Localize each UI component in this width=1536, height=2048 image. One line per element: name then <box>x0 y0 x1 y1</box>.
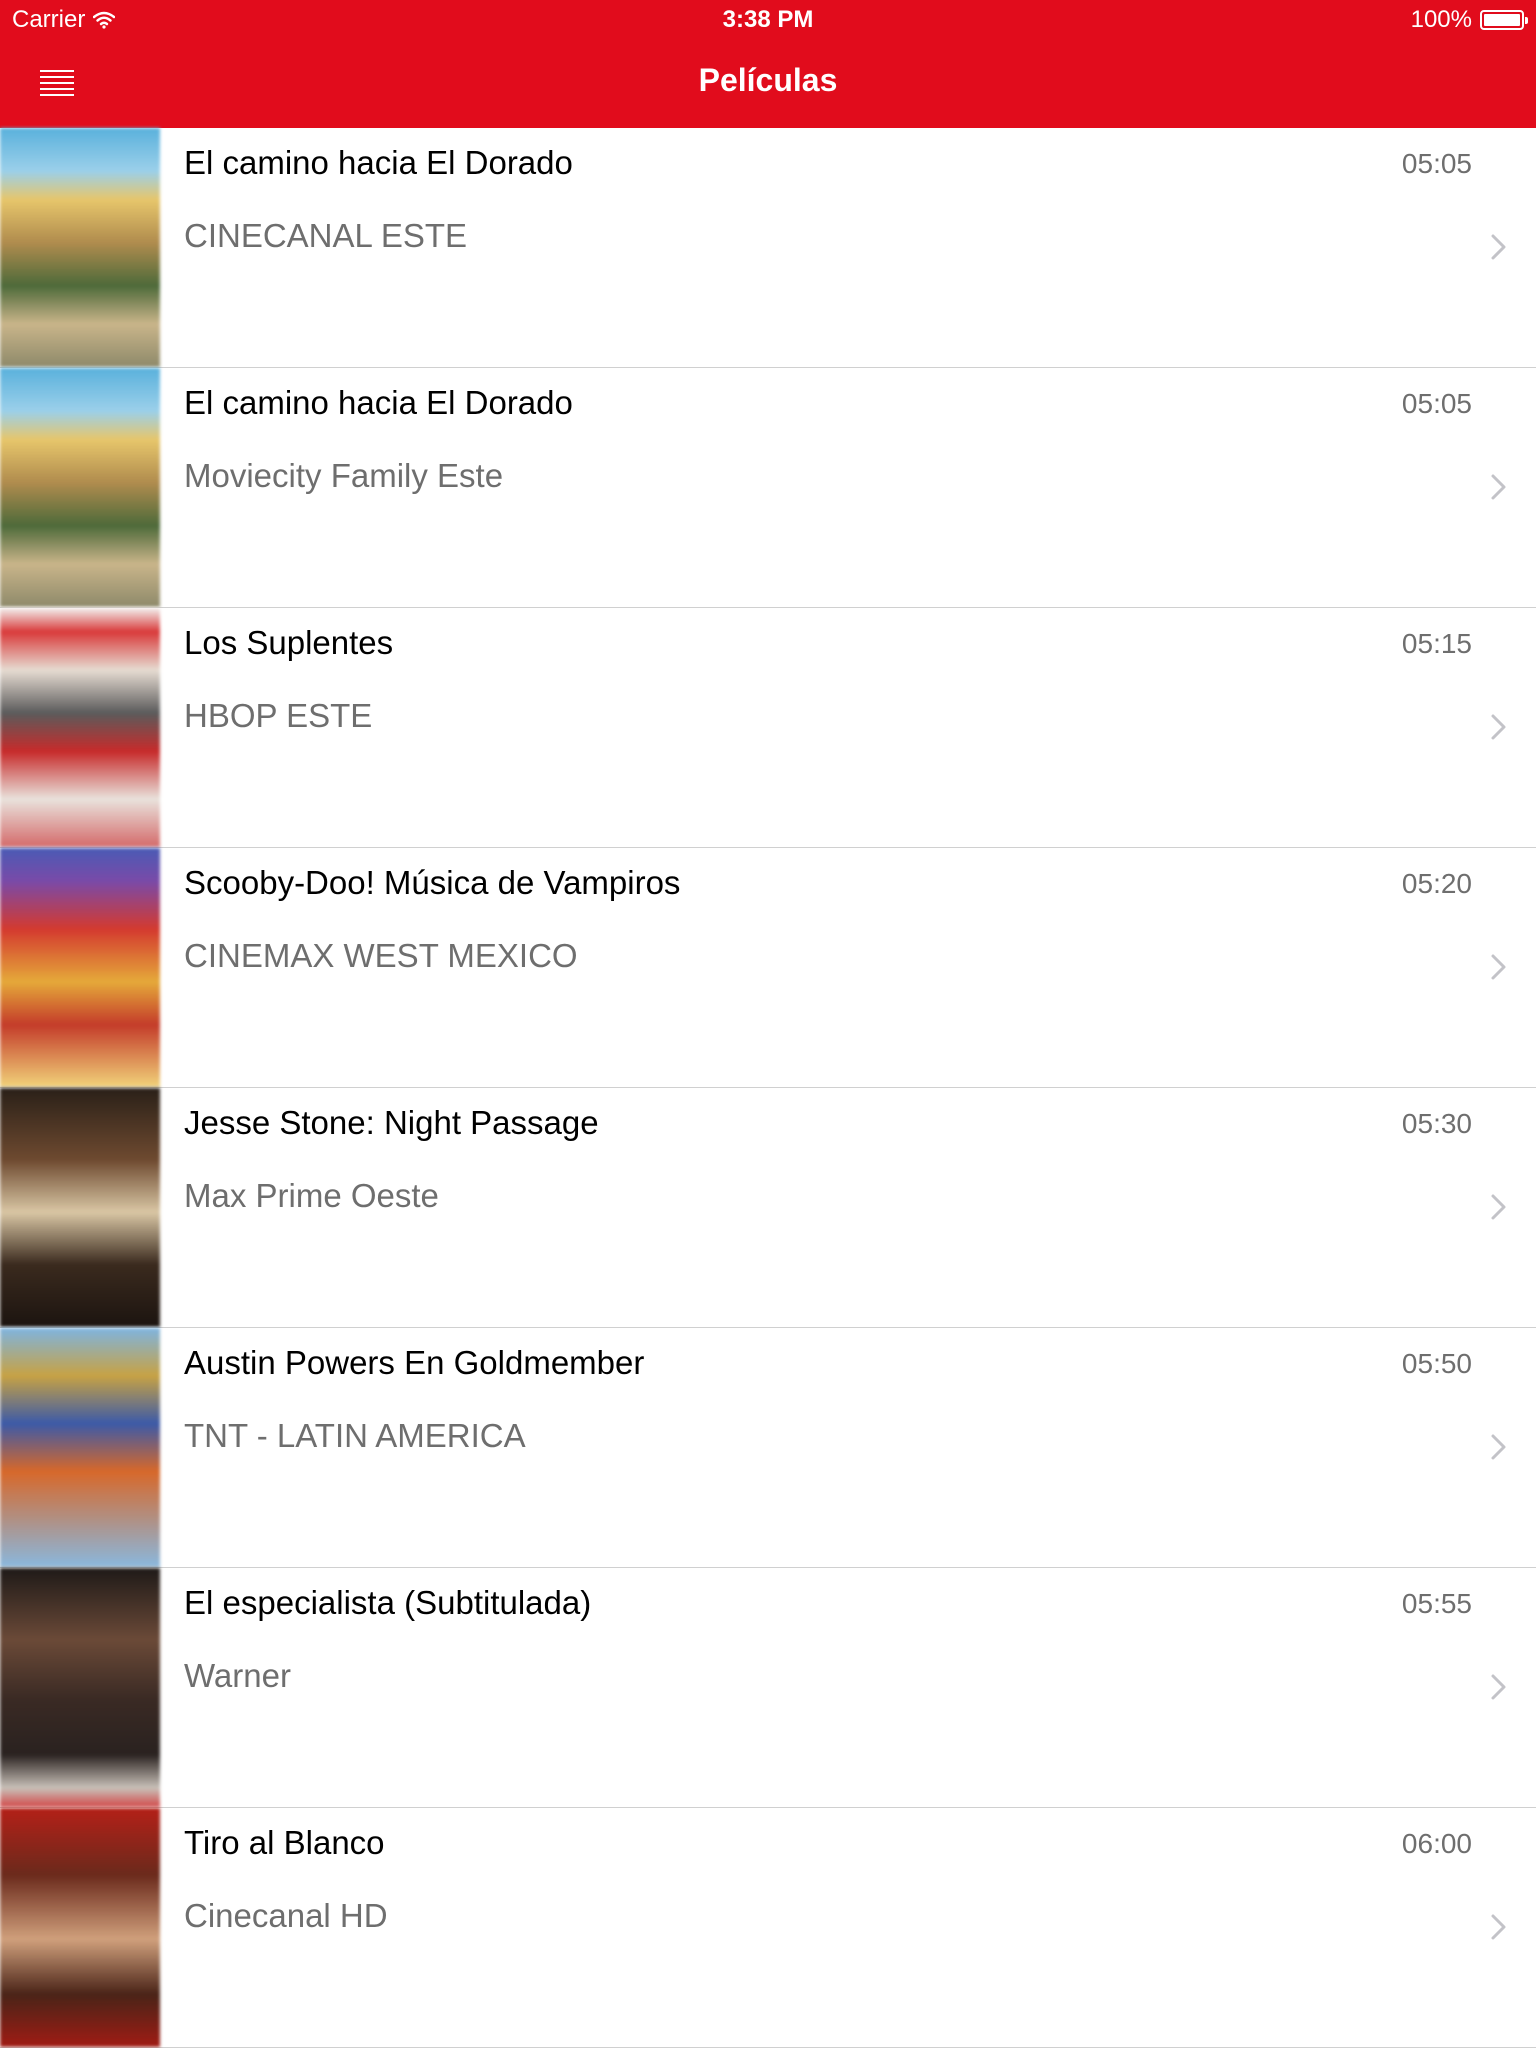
movie-channel: Max Prime Oeste <box>184 1177 439 1214</box>
movie-title: Los Suplentes <box>184 624 394 661</box>
movie-poster-thumbnail <box>0 128 160 367</box>
movie-channel: TNT - LATIN AMERICA <box>184 1417 526 1454</box>
movie-channel: Warner <box>184 1657 291 1694</box>
movie-title: El camino hacia El Dorado <box>184 384 573 421</box>
chevron-right-icon <box>1491 1914 1506 1940</box>
movie-row[interactable]: Los Suplentes HBOP ESTE 05:15 <box>0 608 1536 848</box>
movie-row[interactable]: El camino hacia El Dorado Moviecity Fami… <box>0 368 1536 608</box>
battery-fill <box>1484 14 1520 26</box>
status-time: 3:38 PM <box>722 6 814 33</box>
movie-poster-thumbnail <box>0 1568 160 1807</box>
status-bar: Carrier 3:38 PM 100% <box>0 0 1536 40</box>
movie-poster-thumbnail <box>0 608 160 847</box>
movie-title: Austin Powers En Goldmember <box>184 1344 645 1381</box>
movie-title: Tiro al Blanco <box>184 1824 385 1861</box>
movie-time: 05:20 <box>1401 868 1472 899</box>
chevron-right-icon <box>1491 234 1506 260</box>
movie-time: 05:30 <box>1401 1108 1472 1139</box>
chevron-right-icon <box>1491 1194 1506 1220</box>
chevron-right-icon <box>1491 714 1506 740</box>
navigation-header: Carrier 3:38 PM 100% Películas <box>0 0 1536 128</box>
movie-poster-thumbnail <box>0 848 160 1087</box>
battery-icon <box>1480 10 1528 30</box>
chevron-right-icon <box>1491 1434 1506 1460</box>
movie-title: El especialista (Subtitulada) <box>184 1584 592 1621</box>
movie-time: 06:00 <box>1401 1828 1472 1859</box>
movie-channel: CINEMAX WEST MEXICO <box>184 937 578 974</box>
battery-indicator: 100% <box>1410 6 1528 34</box>
chevron-right-icon <box>1491 474 1506 500</box>
movie-poster-thumbnail <box>0 1328 160 1567</box>
page-title: Películas <box>698 62 838 98</box>
movie-poster-thumbnail <box>0 1088 160 1327</box>
movie-channel: Moviecity Family Este <box>184 457 504 494</box>
movie-time: 05:05 <box>1401 148 1472 179</box>
movie-row[interactable]: Austin Powers En Goldmember TNT - LATIN … <box>0 1328 1536 1568</box>
movie-time: 05:05 <box>1401 388 1472 419</box>
movie-time: 05:55 <box>1401 1588 1472 1619</box>
movie-row[interactable]: El camino hacia El Dorado CINECANAL ESTE… <box>0 128 1536 368</box>
movie-row[interactable]: Scooby-Doo! Música de Vampiros CINEMAX W… <box>0 848 1536 1088</box>
movie-poster-thumbnail <box>0 368 160 607</box>
battery-percent: 100% <box>1410 6 1472 33</box>
movie-channel: CINECANAL ESTE <box>184 217 468 254</box>
movie-title: Scooby-Doo! Música de Vampiros <box>184 864 681 901</box>
movie-channel: HBOP ESTE <box>184 697 373 734</box>
movie-list: El camino hacia El Dorado CINECANAL ESTE… <box>0 128 1536 2048</box>
chevron-right-icon <box>1491 1674 1506 1700</box>
movie-title: El camino hacia El Dorado <box>184 144 573 181</box>
movie-poster-thumbnail <box>0 1808 160 2047</box>
movie-time: 05:15 <box>1401 628 1472 659</box>
movie-row[interactable]: El especialista (Subtitulada) Warner 05:… <box>0 1568 1536 1808</box>
movie-title: Jesse Stone: Night Passage <box>184 1104 599 1141</box>
movie-time: 05:50 <box>1401 1348 1472 1379</box>
movie-channel: Cinecanal HD <box>184 1897 388 1934</box>
movie-row[interactable]: Tiro al Blanco Cinecanal HD 06:00 <box>0 1808 1536 2048</box>
movie-row[interactable]: Jesse Stone: Night Passage Max Prime Oes… <box>0 1088 1536 1328</box>
chevron-right-icon <box>1491 954 1506 980</box>
